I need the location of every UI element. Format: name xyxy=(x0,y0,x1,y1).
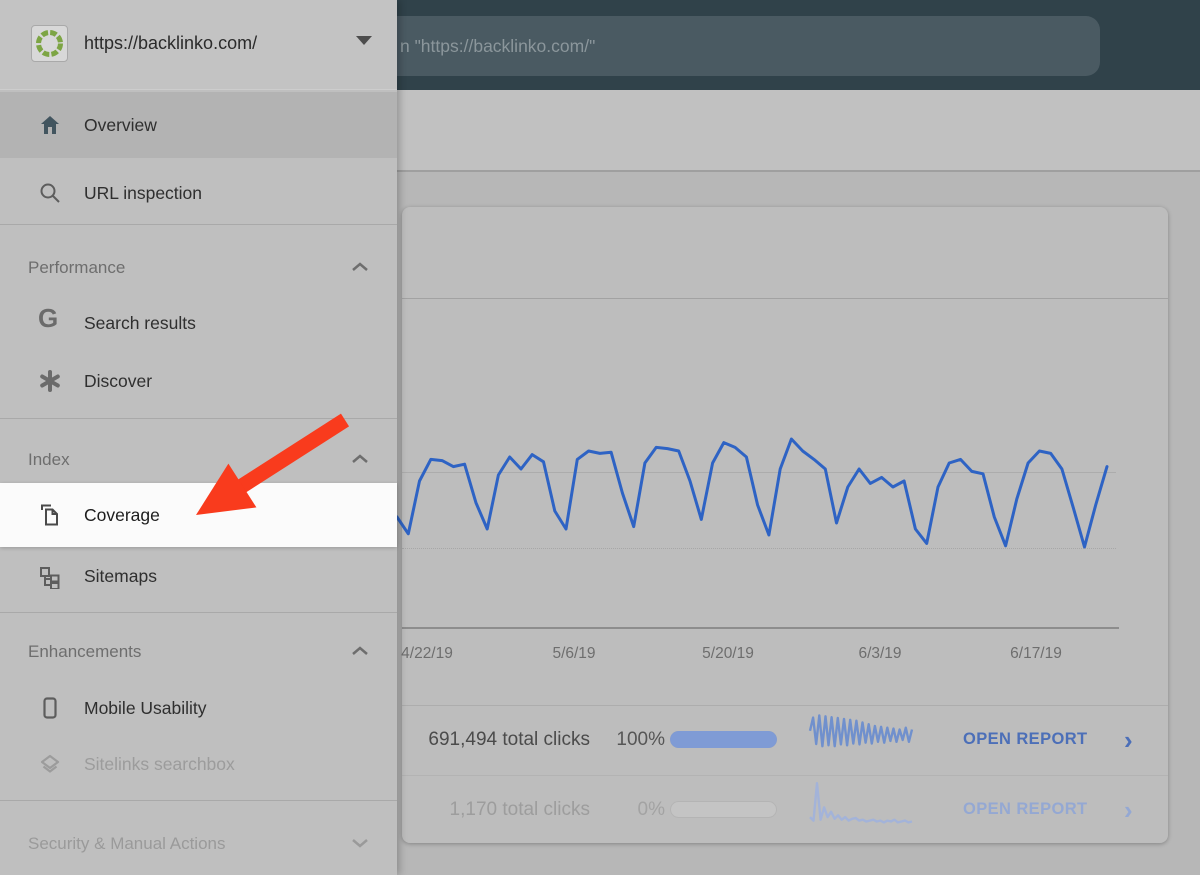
section-label: Security & Manual Actions xyxy=(28,834,226,853)
sidebar-item-label: Discover xyxy=(84,370,153,391)
chevron-right-icon[interactable]: › xyxy=(1124,725,1133,756)
sidebar-item-overview[interactable]: Overview xyxy=(0,92,397,158)
chevron-right-icon[interactable]: › xyxy=(1124,795,1133,826)
chevron-down-icon xyxy=(352,839,368,848)
progress-bar xyxy=(670,801,777,818)
total-clicks-value: 691,494 total clicks xyxy=(428,729,590,750)
clicks-sparkline xyxy=(808,714,914,748)
sidebar-item-sitelinks-searchbox[interactable]: Sitelinks searchbox xyxy=(0,736,397,792)
sidebar-item-label: Overview xyxy=(84,114,157,135)
sidebar-item-label: Search results xyxy=(84,313,196,333)
percent-value: 0% xyxy=(637,799,665,820)
sidebar-item-label: Sitelinks searchbox xyxy=(84,753,235,774)
section-label: Enhancements xyxy=(28,642,142,661)
phone-icon xyxy=(43,697,57,719)
clicks-line-chart xyxy=(395,437,1109,549)
card-header-divider xyxy=(402,298,1168,299)
sidebar-item-label: URL inspection xyxy=(84,182,203,203)
home-icon xyxy=(41,116,59,134)
x-tick-label: 5/6/19 xyxy=(552,645,596,662)
x-tick-label: 6/3/19 xyxy=(858,645,902,662)
sidebar-item-label: Mobile Usability xyxy=(84,697,207,718)
section-divider xyxy=(0,800,397,801)
asterisk-icon xyxy=(40,370,60,392)
search-icon xyxy=(40,183,60,203)
sidebar-item-sitemaps[interactable]: Sitemaps xyxy=(0,547,397,606)
table-row-clicks-secondary: 1,170 total clicks 0% OPEN REPORT › xyxy=(402,775,1168,845)
property-url: https://backlinko.com/ xyxy=(84,33,258,53)
chart-x-axis xyxy=(402,627,1119,629)
progress-fill xyxy=(670,731,777,748)
red-arrow-annotation xyxy=(196,413,350,515)
clicks-sparkline xyxy=(809,782,913,824)
chevron-up-icon xyxy=(352,646,368,655)
sidebar-item-mobile-usability[interactable]: Mobile Usability xyxy=(0,680,397,736)
sidebar-item-discover[interactable]: Coverage Discover xyxy=(0,352,397,410)
progress-bar xyxy=(670,731,777,748)
x-tick-label: 4/22/19 xyxy=(401,645,453,662)
performance-card: 4/22/19 5/6/19 5/20/19 6/3/19 6/17/19 69… xyxy=(395,207,1168,845)
layers-icon xyxy=(40,754,60,773)
section-divider xyxy=(0,224,397,225)
section-label: Index xyxy=(28,450,70,469)
chevron-down-icon[interactable] xyxy=(356,36,372,45)
property-selector[interactable]: https://backlinko.com/ xyxy=(0,0,397,90)
section-divider xyxy=(0,612,397,613)
sidebar-item-url-inspection[interactable]: URL inspection xyxy=(0,162,397,224)
google-g-icon: G xyxy=(38,303,59,333)
sidebar-item-search-results[interactable]: G Search results xyxy=(0,295,397,352)
pages-icon xyxy=(41,504,58,526)
total-clicks-value: 1,170 total clicks xyxy=(449,799,590,820)
x-tick-label: 5/20/19 xyxy=(702,645,754,662)
open-report-link[interactable]: OPEN REPORT xyxy=(963,800,1088,819)
google-search-console-screen: n "https://backlinko.com/" 4/22/19 5/6/1… xyxy=(0,0,1200,875)
table-row-clicks: 691,494 total clicks 100% OPEN REPORT › xyxy=(402,705,1168,775)
percent-value: 100% xyxy=(616,729,665,750)
sidebar-item-label: Sitemaps xyxy=(84,566,157,586)
open-report-link[interactable]: OPEN REPORT xyxy=(963,730,1088,749)
sitemap-icon xyxy=(40,566,60,589)
search-input-text: n "https://backlinko.com/" xyxy=(400,35,596,56)
section-label: Performance xyxy=(28,258,126,277)
x-tick-label: 6/17/19 xyxy=(1010,645,1062,662)
property-icon-box xyxy=(31,25,68,62)
sidebar-item-label: Coverage xyxy=(84,504,160,525)
chevron-up-icon xyxy=(352,262,368,271)
segmented-ring-icon xyxy=(36,30,63,57)
